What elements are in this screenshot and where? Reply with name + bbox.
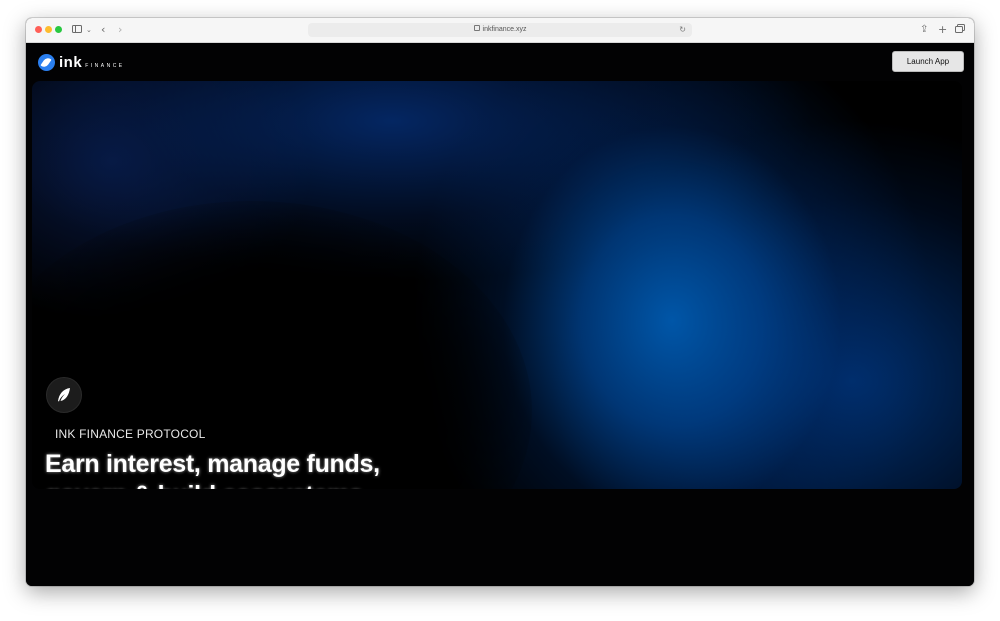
- browser-window: ⌄ ‹ › inkfinance.xyz ↻ ⇪ + ink FINANCE L…: [26, 18, 974, 586]
- lock-icon: [473, 25, 480, 32]
- maximize-window-button[interactable]: [55, 26, 62, 33]
- address-bar[interactable]: inkfinance.xyz ↻: [308, 23, 692, 37]
- chevron-down-icon[interactable]: ⌄: [86, 23, 92, 37]
- hero-headline: Earn interest, manage funds, govern & bu…: [45, 449, 565, 489]
- logo-subtext: FINANCE: [85, 63, 125, 69]
- back-icon[interactable]: ‹: [101, 23, 105, 37]
- close-window-button[interactable]: [35, 26, 42, 33]
- hero-section: INK FINANCE PROTOCOL Earn interest, mana…: [32, 81, 962, 489]
- logo-text: ink: [59, 53, 83, 71]
- tabs-icon[interactable]: [955, 23, 965, 37]
- hero-kicker: INK FINANCE PROTOCOL: [55, 427, 206, 441]
- hero-gradient-shadow: [32, 201, 532, 489]
- minimize-window-button[interactable]: [45, 26, 52, 33]
- headline-line-1: Earn interest, manage funds,: [45, 450, 380, 478]
- browser-toolbar: ⌄ ‹ › inkfinance.xyz ↻ ⇪ +: [26, 18, 974, 43]
- forward-icon[interactable]: ›: [118, 23, 122, 37]
- launch-app-button[interactable]: Launch App: [892, 51, 964, 72]
- sidebar-icon[interactable]: [72, 23, 82, 37]
- share-icon[interactable]: ⇪: [920, 23, 928, 37]
- page-content: ink FINANCE Launch App INK FINANCE PROTO…: [26, 43, 974, 586]
- new-tab-icon[interactable]: +: [938, 23, 947, 37]
- address-url: inkfinance.xyz: [482, 26, 527, 33]
- ink-logo-icon: [38, 53, 55, 71]
- headline-line-2: govern & build ecosystems: [45, 480, 565, 489]
- feather-icon: [46, 377, 82, 413]
- reload-icon[interactable]: ↻: [679, 23, 686, 37]
- ink-finance-logo[interactable]: ink FINANCE: [38, 53, 125, 71]
